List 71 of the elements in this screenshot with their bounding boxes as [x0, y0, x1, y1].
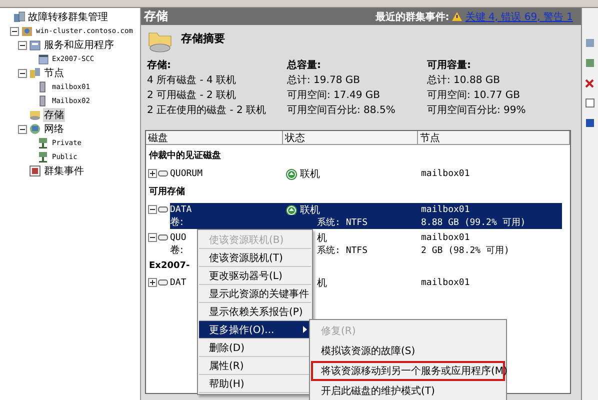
services-icon	[29, 39, 41, 51]
cluster-manager-icon	[13, 11, 25, 23]
nodes-icon	[29, 67, 41, 79]
properties-icon[interactable]	[585, 98, 595, 108]
column-header[interactable]: 节点	[418, 131, 570, 145]
node-cell-text: mailbox01	[421, 232, 471, 245]
menu-item[interactable]: 模拟该资源的故障(S)	[311, 341, 505, 361]
menu-item[interactable]: 使该资源脱机(T)	[199, 249, 311, 267]
collapse-icon[interactable]	[18, 40, 27, 50]
events-label: 最近的群集事件:	[375, 10, 450, 24]
online-status-icon	[286, 204, 297, 216]
volume-label: 卷:	[170, 215, 286, 229]
status-cell-text: 机	[316, 276, 328, 290]
file-system-cell-text: 系统: NTFS	[316, 244, 369, 257]
events-icon	[29, 165, 41, 177]
collapse-icon[interactable]	[10, 26, 19, 36]
menu-item[interactable]: 显示此资源的关键事件	[199, 285, 311, 303]
summary-line: 可用空间: 17.49 GB	[287, 88, 381, 102]
tree-item[interactable]: 节点	[43, 66, 65, 80]
summary-heading: 总容量:	[287, 58, 322, 72]
column-header[interactable]: 磁盘	[146, 131, 283, 145]
menu-item[interactable]: 更改驱动器号(L)	[199, 267, 311, 285]
column-header[interactable]: 状态	[283, 131, 418, 145]
node-cell-text: mailbox01	[421, 277, 471, 290]
collapse-icon[interactable]	[148, 232, 157, 242]
summary-heading: 可用容量:	[427, 58, 472, 72]
menu-item[interactable]: 更多操作(O)...	[199, 321, 311, 339]
tree-item[interactable]: 网络	[43, 122, 65, 136]
summary-line: 总计: 10.88 GB	[427, 74, 501, 87]
network-icon	[37, 137, 49, 149]
summary-line: 可用空间百分比: 99%	[427, 104, 527, 117]
group-title: 可用存储	[149, 186, 185, 198]
menu-item[interactable]: 开启此磁盘的维护模式(T)	[311, 381, 505, 400]
summary-line: 4 所有磁盘 - 4 联机	[147, 74, 238, 87]
summary-line: 2 可用磁盘 - 2 联机	[147, 88, 238, 102]
service-icon	[37, 53, 49, 65]
disk-name[interactable]: QUORUM	[170, 167, 286, 181]
summary-line: 可用空间: 10.77 GB	[427, 88, 521, 102]
volume-label: 卷:	[170, 244, 184, 257]
network-icon	[29, 123, 41, 135]
expand-icon[interactable]	[148, 168, 157, 178]
panel-title: 存储	[144, 8, 168, 25]
collapse-icon[interactable]	[18, 68, 27, 78]
tree-item[interactable]: 服务和应用程序	[43, 38, 115, 52]
status-cell-text: 机	[316, 232, 328, 245]
capacity-cell: 8.88 GB (99.2% 可用)	[421, 215, 562, 229]
submenu-arrow-icon	[303, 326, 307, 333]
expand-icon[interactable]	[148, 278, 157, 286]
summary-line: 2 正在使用的磁盘 - 2 联机	[147, 104, 268, 117]
collapse-icon[interactable]	[148, 204, 157, 214]
summary-heading: 存储:	[147, 58, 172, 72]
cluster-icon	[21, 25, 33, 37]
network-icon	[37, 151, 49, 163]
status-cell: 联机	[286, 167, 421, 181]
online-status-icon	[286, 168, 297, 180]
tree-item[interactable]: 存储	[43, 108, 65, 122]
warning-icon	[452, 12, 462, 21]
summary-line: 总计: 19.78 GB	[287, 74, 361, 87]
storage-icon	[29, 109, 41, 121]
tree-item[interactable]: 故障转移群集管理	[27, 10, 109, 24]
summary-title: 存储摘要	[181, 31, 225, 46]
help-icon[interactable]	[585, 118, 595, 128]
file-system-cell: 系统: NTFS	[286, 215, 421, 229]
delete-icon[interactable]	[585, 78, 595, 88]
group-title: Ex2007-	[149, 261, 190, 271]
group-title: 仲裁中的见证磁盘	[149, 149, 221, 162]
collapse-icon[interactable]	[18, 124, 27, 134]
tree-item[interactable]: 群集事件	[43, 164, 85, 178]
node-cell-text: mailbox01	[421, 168, 471, 181]
capacity-cell-text: 2 GB (98.2% 可用)	[421, 244, 510, 257]
summary-line: 可用空间百分比: 88.5%	[287, 104, 396, 117]
